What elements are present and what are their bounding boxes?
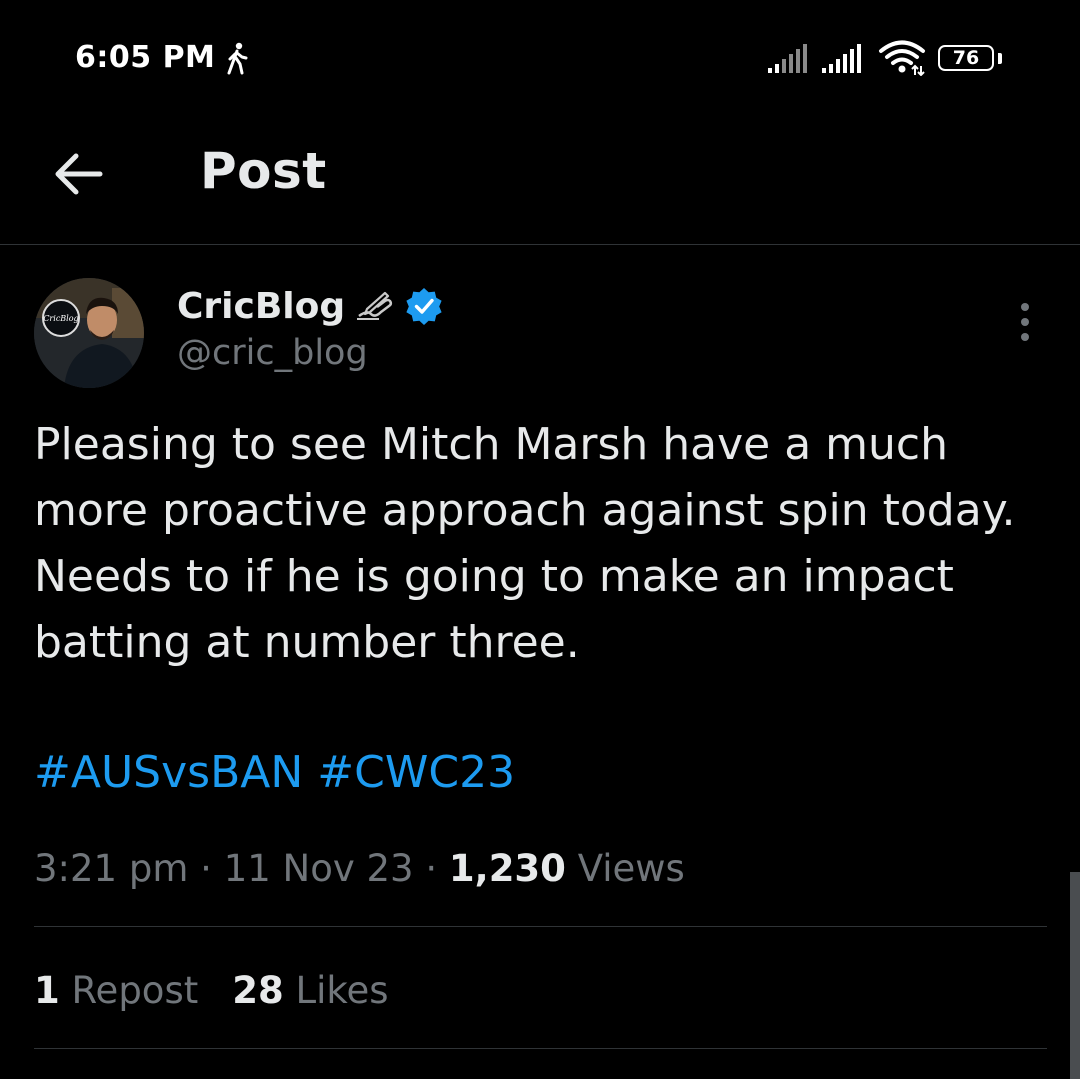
post-time: 3:21 pm <box>34 847 189 890</box>
hashtag-link[interactable]: #CWC23 <box>317 740 515 806</box>
hashtags: #AUSvsBAN #CWC23 <box>34 740 515 806</box>
verified-badge-icon <box>406 288 442 325</box>
meta-separator: · <box>200 847 212 890</box>
author-name-row: CricBlog <box>177 282 443 330</box>
meta-divider <box>34 926 1047 927</box>
avatar-image: CricBlog <box>34 278 144 388</box>
likes-label: Likes <box>295 969 389 1012</box>
post-date: 11 Nov 23 <box>223 847 414 890</box>
engagement-stats: 1 Repost 28 Likes <box>34 964 389 1018</box>
avatar-badge-text: CricBlog <box>43 314 78 323</box>
header: Post <box>0 120 1080 244</box>
reposts-stat[interactable]: 1 Repost <box>34 964 198 1018</box>
post-text: Pleasing to see Mitch Marsh have a much … <box>34 419 1016 668</box>
status-time: 6:05 PM <box>75 40 216 75</box>
wifi-icon <box>879 40 925 76</box>
stats-divider <box>34 1048 1047 1049</box>
more-options-button[interactable] <box>1006 298 1044 348</box>
status-bar: 6:05 PM 76 <box>0 0 1080 120</box>
walking-icon <box>227 42 248 75</box>
author-display-name[interactable]: CricBlog <box>177 286 345 327</box>
arrow-left-icon <box>55 153 103 195</box>
signal-icon <box>822 44 861 73</box>
page-title: Post <box>200 142 327 200</box>
views-count: 1,230 <box>448 847 566 890</box>
likes-stat[interactable]: 28 Likes <box>232 964 388 1018</box>
avatar[interactable]: CricBlog <box>34 278 144 388</box>
battery-level: 76 <box>952 47 980 69</box>
scrollbar[interactable] <box>1070 872 1080 1079</box>
meta-separator: · <box>425 847 438 890</box>
views-label: Views <box>577 847 685 890</box>
likes-count: 28 <box>232 969 284 1012</box>
header-divider <box>0 244 1080 245</box>
hashtag-link[interactable]: #AUSvsBAN <box>34 740 303 806</box>
signal-icon <box>768 44 807 73</box>
author-handle[interactable]: @cric_blog <box>177 333 368 373</box>
battery-icon: 76 <box>938 45 1002 73</box>
back-button[interactable] <box>48 144 108 204</box>
post-meta: 3:21 pm · 11 Nov 23 · 1,230 Views <box>34 842 685 896</box>
writing-hand-icon <box>357 291 393 320</box>
reposts-count: 1 <box>34 969 60 1012</box>
vertical-ellipsis-icon <box>1021 303 1029 341</box>
reposts-label: Repost <box>71 969 199 1012</box>
